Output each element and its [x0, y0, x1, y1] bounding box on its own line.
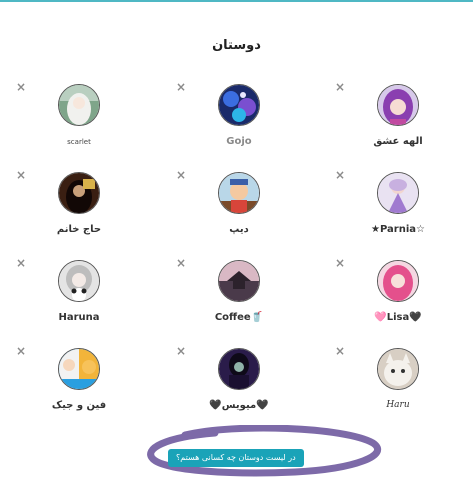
who-friended-me-button[interactable]: در لیست دوستان چه کسانی هستم؟ — [168, 449, 304, 467]
avatar-cartoon-boy-icon[interactable] — [218, 172, 260, 214]
remove-friend-icon[interactable]: × — [335, 257, 345, 269]
avatar-vampire-girl-icon[interactable] — [218, 348, 260, 390]
remove-friend-icon[interactable]: × — [176, 257, 186, 269]
friend-card[interactable]: × الهه عشق — [329, 81, 473, 164]
friend-card[interactable]: × حاج خانم — [10, 169, 160, 252]
friend-name[interactable]: دیپ — [189, 224, 289, 235]
friend-name[interactable]: الهه عشق — [348, 136, 448, 147]
friend-card[interactable]: × ★Parnia☆ — [329, 169, 473, 252]
friend-name[interactable]: Gojo — [189, 136, 289, 147]
avatar-blue-anime-icon[interactable] — [218, 84, 260, 126]
remove-friend-icon[interactable]: × — [335, 345, 345, 357]
remove-friend-icon[interactable]: × — [16, 345, 26, 357]
friend-card[interactable]: × فین و جیک — [10, 345, 160, 428]
friend-name[interactable]: Haru — [348, 400, 448, 410]
avatar-dark-haired-woman-icon[interactable] — [58, 172, 100, 214]
top-accent-line — [0, 0, 473, 2]
remove-friend-icon[interactable]: × — [176, 169, 186, 181]
friend-card[interactable]: × Haruna — [10, 257, 160, 340]
remove-friend-icon[interactable]: × — [16, 81, 26, 93]
friend-card[interactable]: × 🖤میویس🖤 — [170, 345, 320, 428]
avatar-purple-hair-girl-icon[interactable] — [377, 84, 419, 126]
friend-card[interactable]: × 🩷Lisa🖤 — [329, 257, 473, 340]
friend-name[interactable]: حاج خانم — [29, 224, 129, 235]
friend-card[interactable]: × Gojo — [170, 81, 320, 164]
page-title: دوستان — [212, 38, 261, 53]
remove-friend-icon[interactable]: × — [16, 257, 26, 269]
avatar-night-city-icon[interactable] — [218, 260, 260, 302]
friend-name[interactable]: scarlet — [29, 138, 129, 146]
friend-name[interactable]: 🩷Lisa🖤 — [348, 312, 448, 323]
remove-friend-icon[interactable]: × — [335, 169, 345, 181]
friend-name[interactable]: Coffee🥤 — [189, 312, 289, 323]
avatar-pink-hair-girl-icon[interactable] — [377, 260, 419, 302]
avatar-white-kitten-icon[interactable] — [377, 348, 419, 390]
remove-friend-icon[interactable]: × — [335, 81, 345, 93]
friend-card[interactable]: × Haru — [329, 345, 473, 428]
avatar-finn-and-jake-icon[interactable] — [58, 348, 100, 390]
friend-name[interactable]: 🖤میویس🖤 — [189, 400, 289, 411]
friend-card[interactable]: × scarlet — [10, 81, 160, 164]
avatar-white-hair-girl-icon[interactable] — [58, 84, 100, 126]
remove-friend-icon[interactable]: × — [176, 345, 186, 357]
friend-name[interactable]: ★Parnia☆ — [348, 224, 448, 235]
friend-card[interactable]: × دیپ — [170, 169, 320, 252]
friend-name[interactable]: Haruna — [29, 312, 129, 323]
friend-card[interactable]: × Coffee🥤 — [170, 257, 320, 340]
avatar-purple-dress-girl-icon[interactable] — [377, 172, 419, 214]
remove-friend-icon[interactable]: × — [16, 169, 26, 181]
avatar-panda-girl-icon[interactable] — [58, 260, 100, 302]
friend-name[interactable]: فین و جیک — [29, 400, 129, 411]
remove-friend-icon[interactable]: × — [176, 81, 186, 93]
